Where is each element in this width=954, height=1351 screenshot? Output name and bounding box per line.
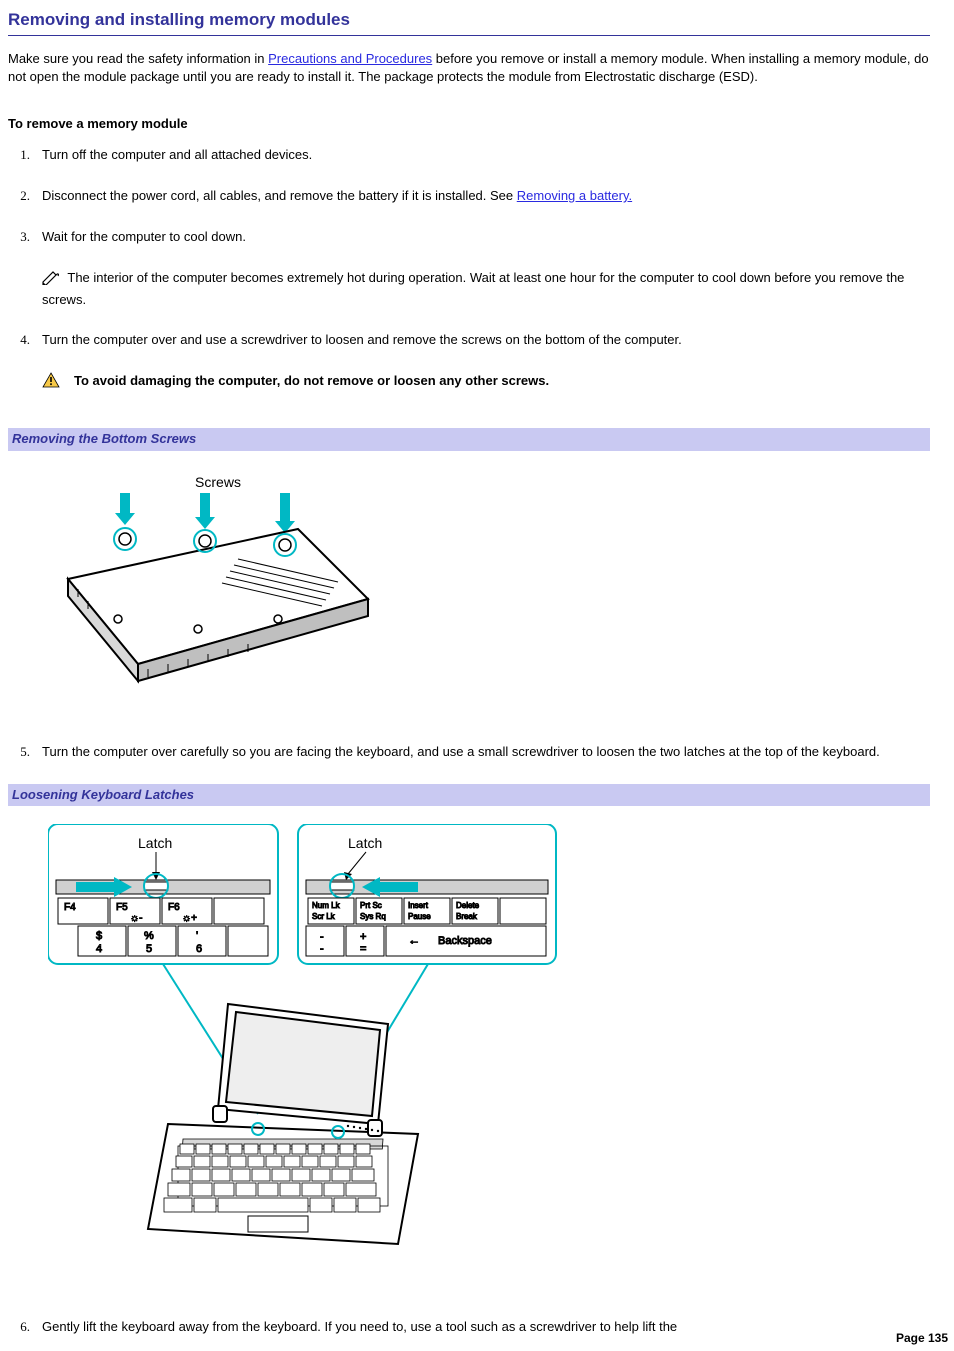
- svg-text:F5: F5: [116, 902, 128, 913]
- step-number: 4.: [8, 331, 42, 406]
- step-number: 5.: [8, 743, 42, 762]
- svg-text:Insert: Insert: [408, 901, 429, 910]
- page-number: Page 135: [896, 1330, 948, 1347]
- step2-text-pre: Disconnect the power cord, all cables, a…: [42, 188, 517, 203]
- svg-text:☼+: ☼+: [182, 913, 197, 924]
- warning-text: To avoid damaging the computer, do not r…: [74, 373, 549, 388]
- svg-text:Delete: Delete: [456, 901, 480, 910]
- step-body: Turn the computer over carefully so you …: [42, 743, 930, 762]
- step-number: 2.: [8, 187, 42, 206]
- latch-label-left: Latch: [138, 835, 172, 851]
- precautions-link[interactable]: Precautions and Procedures: [268, 51, 432, 66]
- step-5: 5. Turn the computer over carefully so y…: [8, 743, 930, 762]
- svg-text:5: 5: [146, 943, 152, 955]
- svg-text:+: +: [360, 931, 366, 943]
- page-title: Removing and installing memory modules: [8, 8, 930, 33]
- subheading-remove: To remove a memory module: [8, 115, 930, 134]
- figure-keyboard-latches: Latch F4 F5☼- F6☼+ $4 %5 '6 Latch Num Lk…: [48, 824, 930, 1290]
- warning-icon: [42, 372, 60, 394]
- svg-text:': ': [196, 930, 198, 942]
- svg-text:F4: F4: [64, 902, 76, 913]
- steps-list-cont2: 6. Gently lift the keyboard away from th…: [8, 1318, 930, 1337]
- svg-text:Sys Rq: Sys Rq: [360, 912, 386, 921]
- step3-text: Wait for the computer to cool down.: [42, 229, 246, 244]
- title-rule: [8, 35, 930, 36]
- step-body: Wait for the computer to cool down. The …: [42, 228, 930, 310]
- svg-text:Backspace: Backspace: [438, 935, 492, 947]
- step-2: 2. Disconnect the power cord, all cables…: [8, 187, 930, 206]
- svg-text:☼-: ☼-: [130, 913, 143, 924]
- step4-text: Turn the computer over and use a screwdr…: [42, 332, 682, 347]
- svg-text:6: 6: [196, 943, 202, 955]
- removing-battery-link[interactable]: Removing a battery.: [517, 188, 632, 203]
- screws-label: Screws: [195, 474, 241, 490]
- svg-text:Pause: Pause: [408, 912, 431, 921]
- svg-text:Scr Lk: Scr Lk: [312, 912, 336, 921]
- step-number: 3.: [8, 228, 42, 310]
- warning-block: To avoid damaging the computer, do not r…: [42, 372, 930, 394]
- latch-label-right: Latch: [348, 835, 382, 851]
- svg-text:F6: F6: [168, 902, 180, 913]
- svg-text:Num Lk: Num Lk: [312, 901, 341, 910]
- note-text: The interior of the computer becomes ext…: [42, 270, 904, 307]
- figure-caption-1: Removing the Bottom Screws: [8, 428, 930, 451]
- pencil-note-icon: [42, 271, 60, 291]
- svg-text:-: -: [320, 931, 324, 943]
- step-body: Turn off the computer and all attached d…: [42, 146, 930, 165]
- steps-list: 1. Turn off the computer and all attache…: [8, 146, 930, 406]
- step-6: 6. Gently lift the keyboard away from th…: [8, 1318, 930, 1337]
- svg-text:$: $: [96, 930, 102, 942]
- step-1: 1. Turn off the computer and all attache…: [8, 146, 930, 165]
- note-block: The interior of the computer becomes ext…: [42, 269, 930, 310]
- step-3: 3. Wait for the computer to cool down. T…: [8, 228, 930, 310]
- figure-bottom-screws: Screws: [48, 469, 930, 715]
- step-body: Disconnect the power cord, all cables, a…: [42, 187, 930, 206]
- step-number: 6.: [8, 1318, 42, 1337]
- intro-paragraph: Make sure you read the safety informatio…: [8, 50, 930, 88]
- svg-text:=: =: [360, 943, 366, 955]
- step-4: 4. Turn the computer over and use a scre…: [8, 331, 930, 406]
- step-number: 1.: [8, 146, 42, 165]
- steps-list-cont: 5. Turn the computer over carefully so y…: [8, 743, 930, 762]
- svg-text:-: -: [320, 943, 324, 955]
- step-body: Turn the computer over and use a screwdr…: [42, 331, 930, 406]
- svg-text:Prt Sc: Prt Sc: [360, 901, 382, 910]
- step-body: Gently lift the keyboard away from the k…: [42, 1318, 930, 1337]
- svg-text:%: %: [144, 930, 154, 942]
- figure-caption-2: Loosening Keyboard Latches: [8, 784, 930, 807]
- intro-text-pre: Make sure you read the safety informatio…: [8, 51, 268, 66]
- svg-text:←: ←: [408, 933, 420, 947]
- svg-text:4: 4: [96, 943, 102, 955]
- svg-text:Break: Break: [456, 912, 478, 921]
